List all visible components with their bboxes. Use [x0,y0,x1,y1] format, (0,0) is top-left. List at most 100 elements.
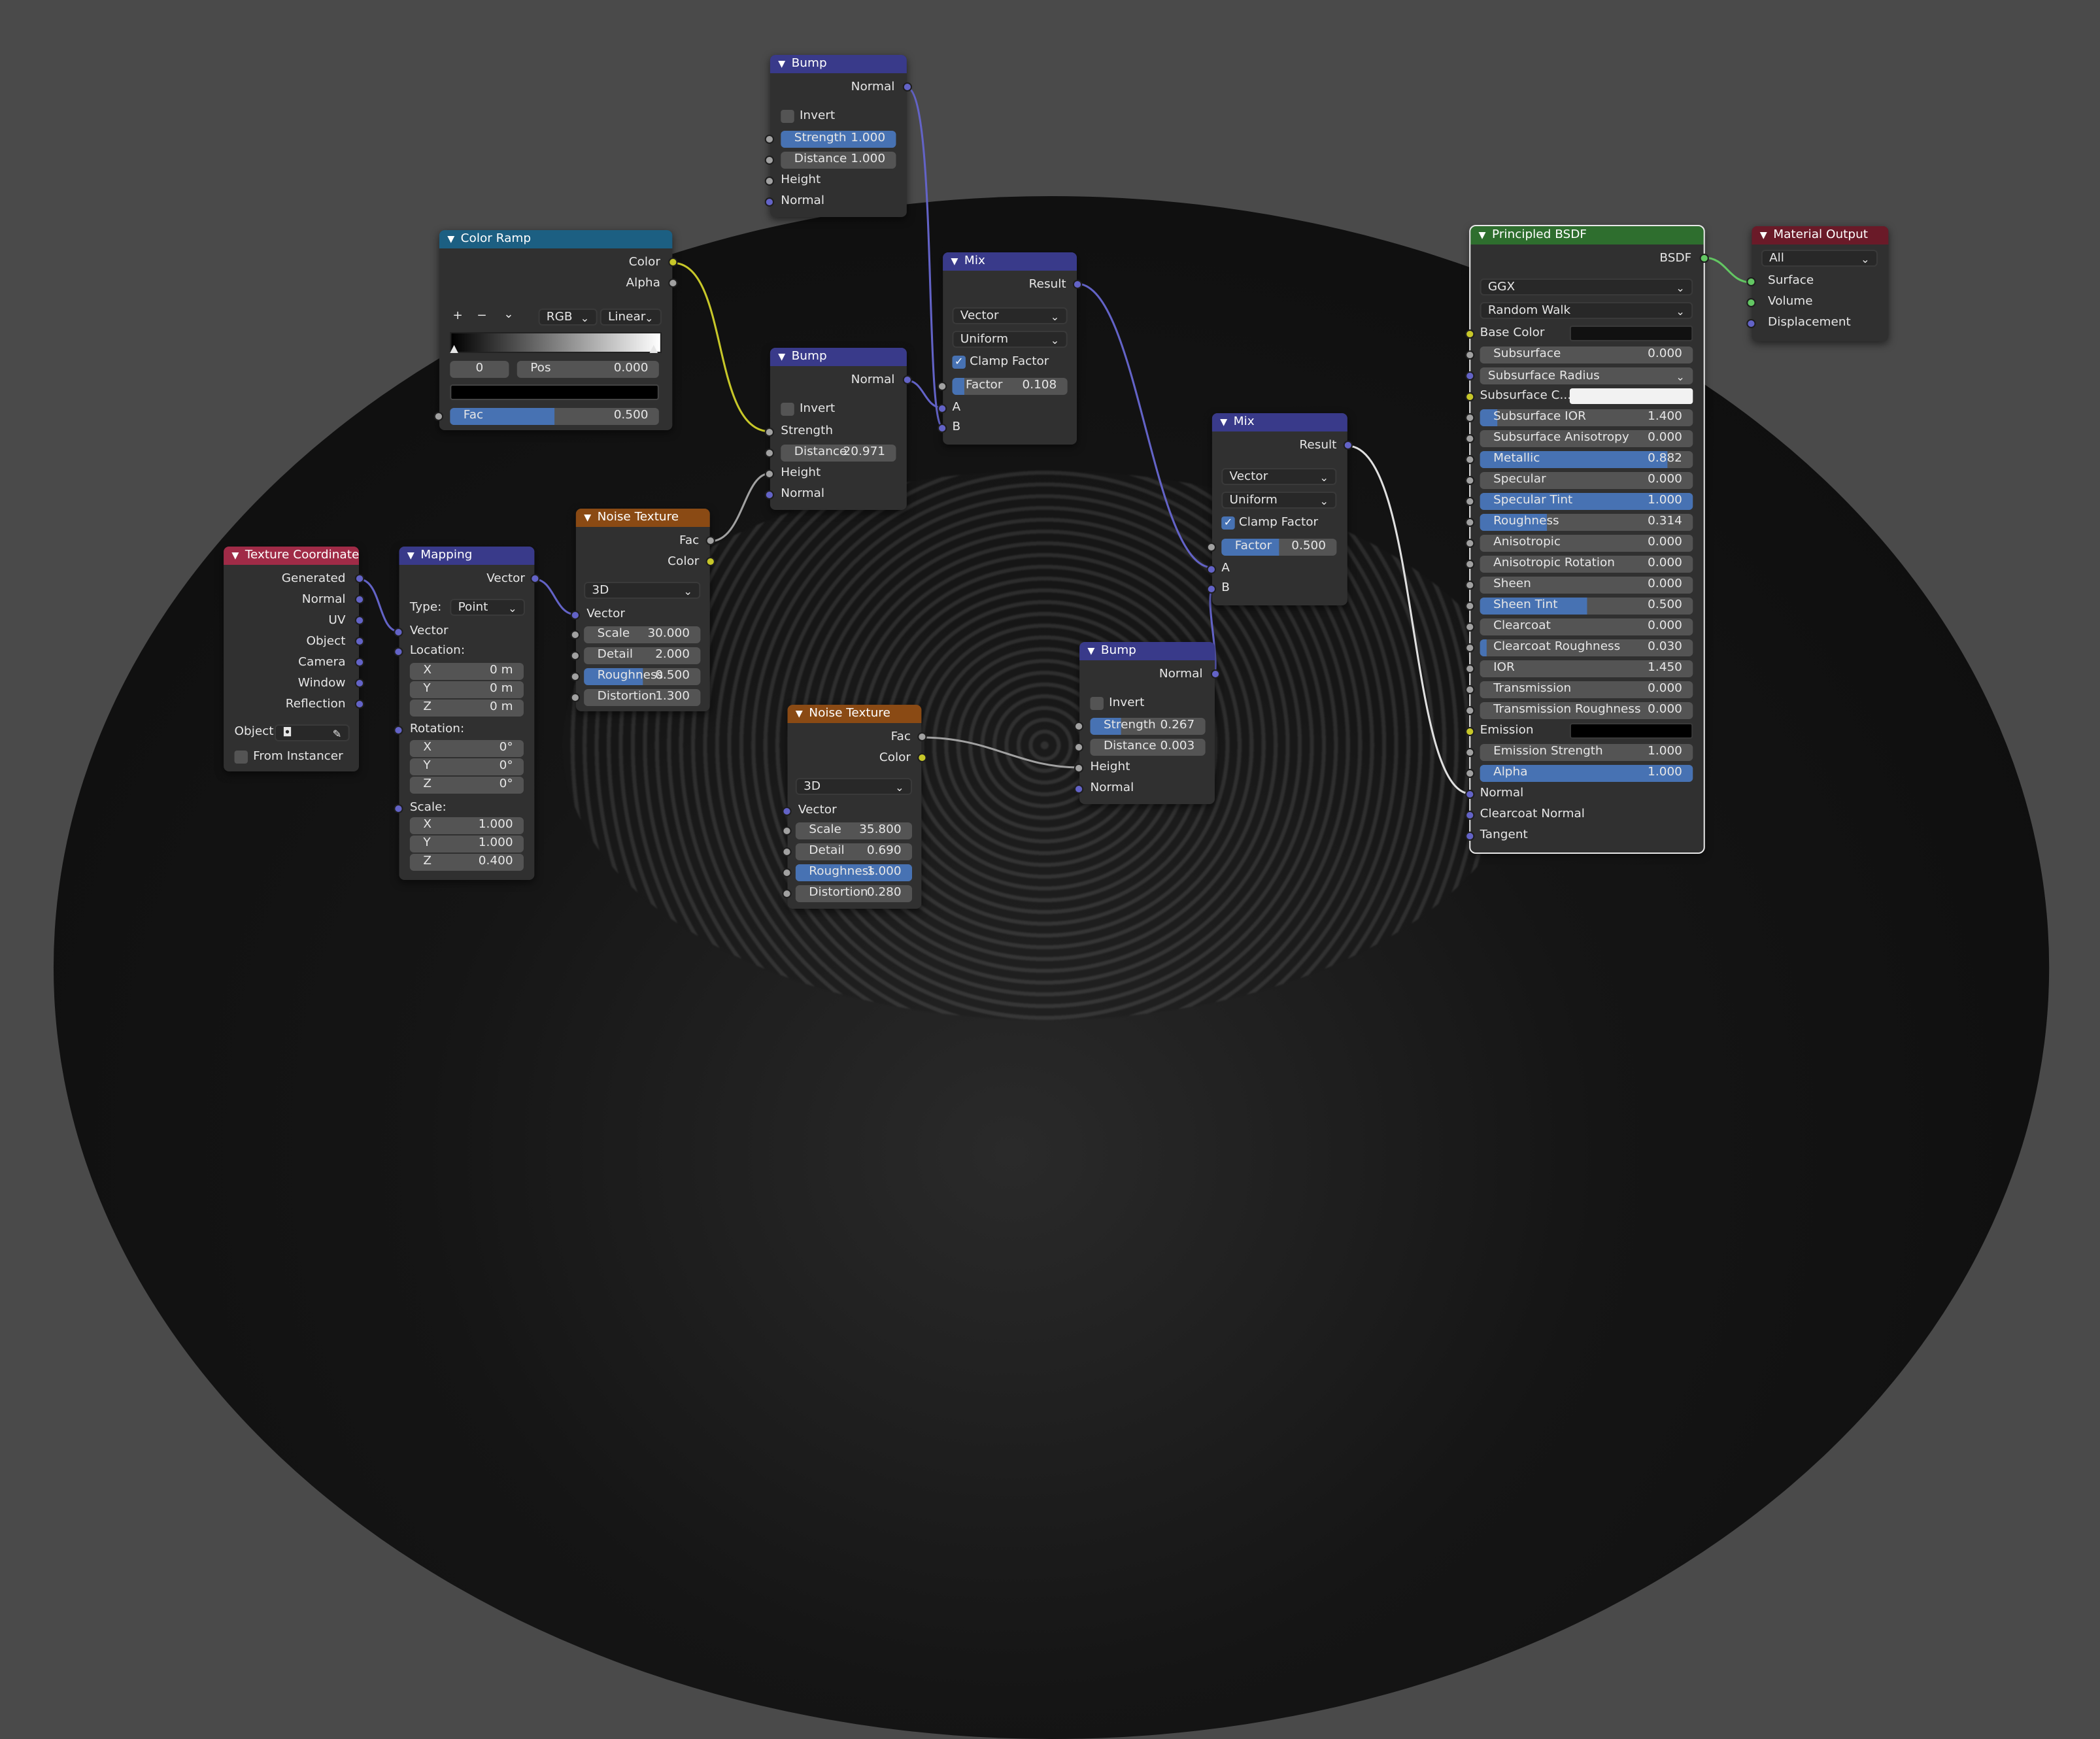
socket-normal-in[interactable] [764,197,775,207]
data-type-dropdown[interactable]: Vector ⌄ [952,307,1068,324]
socket-ior-in[interactable] [1465,664,1475,673]
strength-field[interactable]: Strength 1.000 [781,131,896,148]
socket-normal-in[interactable] [1465,790,1475,799]
socket-subsurface-in[interactable] [1465,350,1475,360]
socket-result-out[interactable] [1072,280,1083,289]
stop-index-field[interactable]: 0 [450,361,509,378]
scale-x[interactable]: X 1.000 [409,817,524,834]
mix-node-1[interactable]: ▼ Mix Result Vector ⌄ Uniform ⌄ ✓ Clamp Fac… [937,252,1083,445]
socket-strength-in[interactable] [764,135,775,144]
socket-normal-in[interactable] [764,490,775,499]
node-header[interactable]: ▼ Color Ramp [439,230,673,248]
socket-result-out[interactable] [1343,441,1353,450]
socket-subsurface-ior-in[interactable] [1465,413,1475,422]
socket-camera[interactable] [354,658,365,667]
invert-checkbox[interactable] [781,403,794,416]
strength-field[interactable]: Strength 0.267 [1090,718,1206,735]
socket-alpha-in[interactable] [1465,769,1475,778]
socket-subsurface-anisotropy-in[interactable] [1465,434,1475,443]
collapse-chevron-icon[interactable]: ▼ [778,348,791,366]
bsdf-field-transmission[interactable]: Transmission 0.000 [1480,681,1693,698]
socket-clearcoat-in[interactable] [1465,622,1475,632]
emission-strength-field[interactable]: Emission Strength 1.000 [1480,744,1693,761]
distortion-field[interactable]: Distortion 0.280 [795,885,913,902]
rotation-y[interactable]: Y 0° [409,758,524,775]
socket-strength-in[interactable] [1074,722,1084,731]
roughness-field[interactable]: Roughness 1.000 [795,864,913,881]
socket-normal-out[interactable] [902,375,913,384]
material-output-node[interactable]: ▼ Material Output All ⌄ Surface Volume Dis… [1746,226,1889,341]
ramp-menu-button[interactable]: ⌄ [503,306,513,324]
socket-factor-in[interactable] [1206,543,1217,552]
bsdf-field-clearcoat[interactable]: Clearcoat 0.000 [1480,618,1693,635]
collapse-chevron-icon[interactable]: ▼ [778,55,791,73]
socket-metallic-in[interactable] [1465,455,1475,464]
distance-field[interactable]: Distance 0.003 [1090,739,1206,756]
node-header[interactable]: ▼ Noise Texture [575,509,710,527]
location-z[interactable]: Z 0 m [409,700,524,717]
stop-color-swatch[interactable] [450,384,659,400]
bsdf-field-metallic[interactable]: Metallic 0.882 [1480,451,1693,468]
bsdf-field-ior[interactable]: IOR 1.450 [1480,660,1693,677]
socket-window[interactable] [354,679,365,688]
socket-location[interactable] [394,647,403,656]
from-instancer-checkbox[interactable] [234,751,248,764]
socket-surface-in[interactable] [1746,277,1756,286]
socket-normal-out[interactable] [902,82,913,92]
collapse-chevron-icon[interactable]: ▼ [1479,226,1492,245]
scale-field[interactable]: Scale 30.000 [584,626,701,643]
socket-normal-out[interactable] [1210,669,1221,679]
socket-sheen-tint-in[interactable] [1465,601,1475,611]
socket-vector-in[interactable] [782,807,792,816]
node-header[interactable]: ▼ Mapping [399,547,535,565]
collapse-chevron-icon[interactable]: ▼ [1220,413,1233,431]
socket-height-in[interactable] [1074,764,1084,773]
bsdf-field-sheen-tint[interactable]: Sheen Tint 0.500 [1480,598,1693,615]
socket-fac-out[interactable] [705,536,715,545]
socket-a-in[interactable] [1206,565,1217,574]
remove-stop-button[interactable]: − [477,307,486,326]
socket-transmission-in[interactable] [1465,685,1475,694]
socket-distortion-in[interactable] [782,889,792,898]
node-header[interactable]: ▼ Bump [770,348,907,366]
socket-vector-in[interactable] [394,628,403,637]
noise-texture-node[interactable]: ▼ Noise Texture Fac Color 3D ⌄ Vector Scal… [570,509,715,711]
fac-field[interactable]: Fac 0.500 [450,408,659,425]
collapse-chevron-icon[interactable]: ▼ [584,509,597,527]
factor-field[interactable]: Factor 0.500 [1221,539,1337,556]
socket-emission-strength-in[interactable] [1465,748,1475,757]
detail-field[interactable]: Detail 2.000 [584,647,701,664]
socket-a-in[interactable] [937,404,947,413]
bsdf-field-roughness[interactable]: Roughness 0.314 [1480,514,1693,531]
bsdf-field-transmission-roughness[interactable]: Transmission Roughness 0.000 [1480,702,1693,719]
collapse-chevron-icon[interactable]: ▼ [1087,642,1100,660]
render-target-dropdown[interactable]: All ⌄ [1761,250,1878,267]
collapse-chevron-icon[interactable]: ▼ [951,252,964,271]
socket-detail-in[interactable] [782,847,792,856]
scale-y[interactable]: Y 1.000 [409,836,524,853]
distance-field[interactable]: Distance 1.000 [781,152,896,169]
bump-node-3[interactable]: ▼ Bump Normal Invert Strength 0.267 Distan… [1074,642,1221,804]
bsdf-field-subsurface-ior[interactable]: Subsurface IOR 1.400 [1480,409,1693,426]
socket-b-in[interactable] [1206,584,1217,594]
stop-position-field[interactable]: Pos 0.000 [517,361,659,378]
socket-fac-out[interactable] [917,732,927,741]
bsdf-field-specular-tint[interactable]: Specular Tint 1.000 [1480,493,1693,510]
base-color-swatch[interactable] [1569,326,1693,341]
socket-color-out[interactable] [668,258,678,267]
socket-distance-in[interactable] [764,448,775,458]
subsurface-radius-dropdown[interactable]: Subsurface Radius ⌄ [1480,367,1693,384]
socket-specular-in[interactable] [1465,476,1475,485]
node-header[interactable]: ▼ Mix [1211,413,1347,431]
distance-field[interactable]: Distance 20.971 [781,445,896,462]
invert-checkbox[interactable] [1090,697,1104,710]
factor-field[interactable]: Factor 0.108 [952,378,1068,395]
socket-alpha-out[interactable] [668,279,678,288]
socket-generated[interactable] [354,574,365,583]
socket-height-in[interactable] [764,177,775,186]
socket-color-out[interactable] [705,557,715,566]
socket-roughness-in[interactable] [1465,518,1475,527]
dimensions-dropdown[interactable]: 3D ⌄ [584,582,701,599]
socket-specular-tint-in[interactable] [1465,497,1475,506]
invert-checkbox[interactable] [781,110,794,123]
